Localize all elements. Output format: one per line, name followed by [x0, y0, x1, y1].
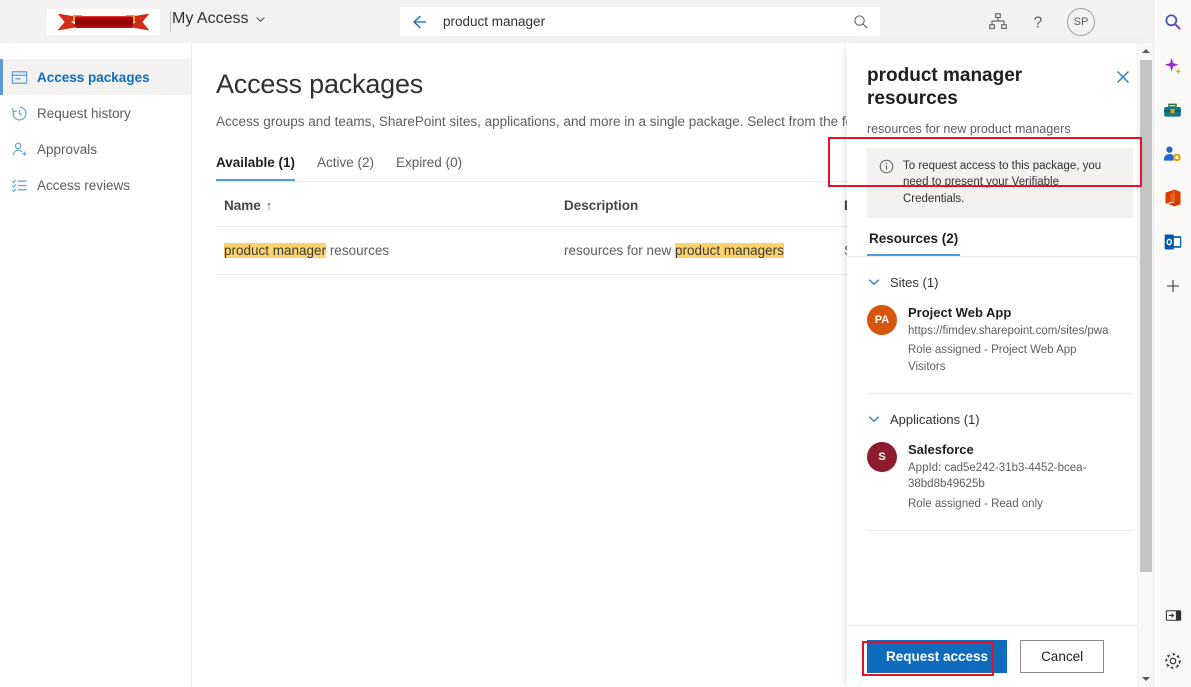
group-toggle-applications[interactable]: Applications (1)	[867, 412, 1133, 427]
sidebar-item-label: Access packages	[37, 70, 150, 85]
person-settings-icon[interactable]	[1161, 142, 1185, 166]
table-header-row: Name↑ Description Res	[216, 182, 936, 227]
tab-available[interactable]: Available (1)	[216, 155, 295, 181]
access-package-detail-panel: product manager resources resources for …	[847, 43, 1153, 687]
resource-role: Role assigned - Project Web App Visitors	[908, 342, 1108, 375]
panel-scrollbar[interactable]	[1137, 43, 1153, 687]
search-icon[interactable]	[1161, 10, 1185, 34]
resource-name: Project Web App	[908, 305, 1108, 320]
verifiable-credentials-message: To request access to this package, you n…	[867, 148, 1133, 218]
scroll-down-arrow[interactable]	[1138, 671, 1154, 687]
resource-group-applications: Applications (1) S Salesforce AppId: cad…	[867, 412, 1133, 531]
cell-name[interactable]: product manager resources	[216, 227, 556, 275]
search-input[interactable]	[443, 14, 852, 29]
avatar-initials: SP	[1074, 16, 1089, 28]
sidebar-item-request-history[interactable]: Request history	[0, 95, 191, 131]
resource-item-project-web-app[interactable]: PA Project Web App https://fimdev.sharep…	[867, 305, 1133, 376]
history-clock-icon	[11, 105, 28, 122]
office-icon[interactable]	[1161, 186, 1185, 210]
person-add-icon	[11, 141, 28, 158]
sidebar-item-approvals[interactable]: Approvals	[0, 131, 191, 167]
cell-description: resources for new product managers	[556, 227, 836, 275]
avatar-initials: PA	[875, 314, 889, 326]
app-root: My Access ?	[0, 0, 1191, 687]
panel-subtitle: resources for new product managers	[867, 122, 1133, 136]
message-text: To request access to this package, you n…	[903, 158, 1121, 208]
group-label: Applications (1)	[890, 412, 980, 427]
topbar-divider	[170, 11, 171, 32]
close-icon[interactable]	[1113, 67, 1133, 87]
rail-bottom-actions	[1154, 603, 1191, 673]
table-row[interactable]: product manager resources resources for …	[216, 227, 936, 275]
add-plus-icon[interactable]	[1161, 274, 1185, 298]
panel-footer: Request access Cancel	[847, 625, 1153, 687]
sidebar-item-label: Approvals	[37, 142, 97, 157]
panel-tabs: Resources (2)	[847, 218, 1153, 257]
column-header-description[interactable]: Description	[556, 182, 836, 227]
svg-text:?: ?	[1034, 14, 1043, 31]
tab-expired[interactable]: Expired (0)	[396, 155, 462, 181]
app-name-menu[interactable]: My Access	[172, 10, 266, 28]
group-toggle-sites[interactable]: Sites (1)	[867, 275, 1133, 290]
package-icon	[11, 69, 28, 86]
app-name-label: My Access	[172, 10, 248, 28]
desc-highlight: product manager	[675, 243, 777, 258]
outlook-icon[interactable]	[1161, 230, 1185, 254]
name-highlight: product manager	[224, 243, 326, 258]
chevron-down-icon	[867, 275, 881, 289]
resource-group-sites: Sites (1) PA Project Web App https://fim…	[867, 275, 1133, 394]
help-icon[interactable]: ?	[1027, 11, 1049, 33]
sidebar-item-label: Request history	[37, 106, 131, 121]
avatar-initials: S	[878, 451, 885, 463]
panel-header: product manager resources resources for …	[847, 43, 1153, 218]
resource-url: https://fimdev.sharepoint.com/sites/pwa	[908, 323, 1108, 340]
column-header-name[interactable]: Name ↑	[216, 182, 556, 227]
request-access-button[interactable]: Request access	[867, 640, 1007, 673]
panel-title: product manager resources	[867, 65, 1113, 111]
top-bar: My Access ?	[0, 0, 1153, 43]
search-bar[interactable]	[400, 7, 880, 36]
search-icon[interactable]	[852, 13, 870, 31]
desc-suffix: s	[777, 243, 784, 258]
back-arrow-icon[interactable]	[409, 12, 429, 32]
panel-body: Sites (1) PA Project Web App https://fim…	[847, 257, 1153, 625]
access-packages-table: Name↑ Description Res product manager re…	[216, 181, 936, 275]
top-actions: ? SP	[987, 0, 1113, 43]
chevron-down-icon	[867, 412, 881, 426]
resource-item-salesforce[interactable]: S Salesforce AppId: cad5e242-31b3-4452-b…	[867, 442, 1133, 513]
name-rest: resources	[326, 243, 389, 258]
resource-appid: AppId: cad5e242-31b3-4452-bcea-38bd8b496…	[908, 460, 1108, 493]
group-label: Sites (1)	[890, 275, 938, 290]
group-divider	[867, 530, 1133, 531]
resource-name: Salesforce	[908, 442, 1108, 457]
company-logo[interactable]	[47, 9, 160, 35]
scroll-up-arrow[interactable]	[1138, 43, 1154, 59]
cancel-button[interactable]: Cancel	[1020, 640, 1104, 673]
sidebar-item-access-reviews[interactable]: Access reviews	[0, 167, 191, 203]
column-label: Name	[224, 198, 261, 213]
resource-role: Role assigned - Read only	[908, 496, 1108, 513]
info-circle-icon	[879, 159, 894, 174]
tab-resources[interactable]: Resources (2)	[867, 218, 960, 256]
chevron-down-icon	[255, 14, 266, 25]
org-hierarchy-icon[interactable]	[987, 11, 1009, 33]
left-sidebar: Access packages Request history Approval…	[0, 43, 192, 687]
user-avatar[interactable]: SP	[1067, 8, 1095, 36]
tab-active[interactable]: Active (2)	[317, 155, 374, 181]
toolbox-icon[interactable]	[1161, 98, 1185, 122]
copilot-sparkle-icon[interactable]	[1161, 54, 1185, 78]
right-rail	[1153, 0, 1191, 687]
checklist-icon	[11, 177, 28, 194]
sidebar-item-label: Access reviews	[37, 178, 130, 193]
scrollbar-thumb[interactable]	[1140, 60, 1152, 572]
ribbon-logo-graphic	[58, 14, 150, 31]
panel-collapse-icon[interactable]	[1161, 603, 1185, 627]
sidebar-item-access-packages[interactable]: Access packages	[0, 59, 191, 95]
group-divider	[867, 393, 1133, 394]
resource-avatar: PA	[867, 305, 897, 335]
resource-avatar: S	[867, 442, 897, 472]
settings-gear-icon[interactable]	[1161, 649, 1185, 673]
sort-ascending-icon: ↑	[266, 198, 273, 213]
desc-prefix: resources for new	[564, 243, 675, 258]
